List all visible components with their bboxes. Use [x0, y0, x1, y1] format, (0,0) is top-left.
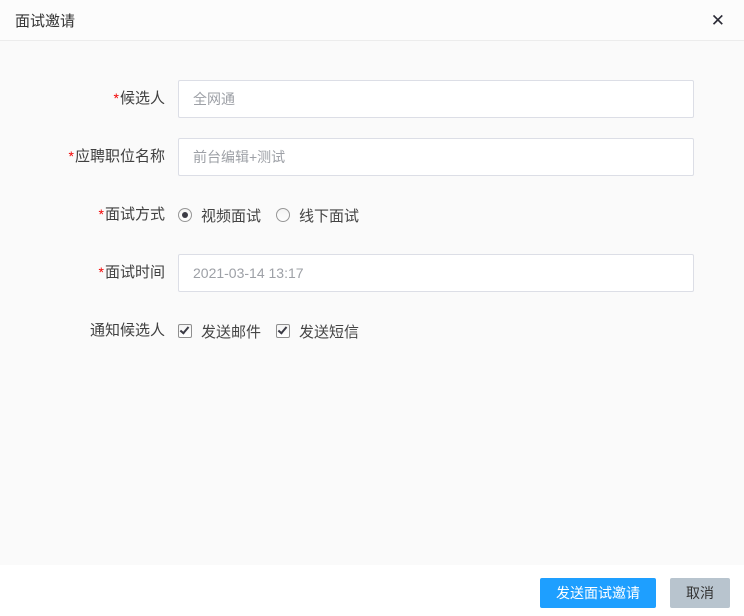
close-icon[interactable]: ✕ — [707, 10, 729, 31]
checkmark-icon — [179, 324, 190, 335]
required-asterisk: * — [98, 206, 104, 222]
candidate-label-text: 候选人 — [119, 90, 165, 107]
notify-control: 发送邮件 发送短信 — [178, 321, 374, 342]
radio-dot-icon — [182, 212, 188, 218]
candidate-control — [178, 80, 694, 118]
interview-method-control: 视频面试 线下面试 — [178, 205, 374, 226]
cancel-button[interactable]: 取消 — [670, 578, 730, 608]
position-input[interactable] — [178, 138, 694, 176]
required-asterisk: * — [68, 148, 74, 164]
interview-method-label: *面试方式 — [0, 206, 165, 224]
form-row-position: *应聘职位名称 — [0, 138, 744, 176]
notify-label-text: 通知候选人 — [89, 322, 165, 339]
dialog-footer: 发送面试邀请 取消 — [0, 565, 744, 616]
interview-time-input[interactable] — [178, 254, 694, 292]
radio-selected-icon — [178, 208, 192, 222]
radio-label-video: 视频面试 — [201, 207, 262, 225]
form-row-candidate: *候选人 — [0, 80, 744, 118]
interview-time-label-text: 面试时间 — [104, 264, 165, 281]
form-row-notify: 通知候选人 发送邮件 发送短信 — [0, 312, 744, 350]
form-row-interview-method: *面试方式 视频面试 线下面试 — [0, 196, 744, 234]
checkbox-label-sms: 发送短信 — [299, 323, 360, 341]
checkbox-checked-icon — [276, 324, 291, 338]
position-label: *应聘职位名称 — [0, 148, 165, 166]
interview-method-label-text: 面试方式 — [104, 206, 165, 223]
interview-time-control — [178, 254, 694, 292]
radio-unselected-icon — [276, 208, 291, 222]
interview-time-label: *面试时间 — [0, 264, 165, 282]
required-asterisk: * — [98, 264, 104, 280]
dialog-body: *候选人 *应聘职位名称 *面试方式 视频面试 — [0, 41, 744, 565]
candidate-label: *候选人 — [0, 90, 165, 108]
checkbox-option-send-email[interactable]: 发送邮件 — [178, 321, 261, 342]
interview-invite-dialog: 面试邀请 ✕ *候选人 *应聘职位名称 *面试方式 — [0, 0, 744, 616]
form-row-interview-time: *面试时间 — [0, 254, 744, 292]
position-label-text: 应聘职位名称 — [74, 148, 165, 165]
radio-option-video-interview[interactable]: 视频面试 — [178, 205, 261, 226]
radio-option-offline-interview[interactable]: 线下面试 — [276, 205, 359, 226]
checkbox-option-send-sms[interactable]: 发送短信 — [276, 321, 359, 342]
dialog-title: 面试邀请 — [15, 12, 76, 30]
checkbox-checked-icon — [178, 324, 192, 338]
radio-label-offline: 线下面试 — [299, 207, 360, 225]
notify-label: 通知候选人 — [0, 322, 165, 340]
checkbox-label-email: 发送邮件 — [201, 323, 262, 341]
dialog-header: 面试邀请 ✕ — [0, 0, 744, 41]
position-control — [178, 138, 694, 176]
send-invite-button[interactable]: 发送面试邀请 — [540, 578, 656, 608]
candidate-input[interactable] — [178, 80, 694, 118]
required-asterisk: * — [113, 90, 119, 106]
checkmark-icon — [277, 324, 288, 335]
